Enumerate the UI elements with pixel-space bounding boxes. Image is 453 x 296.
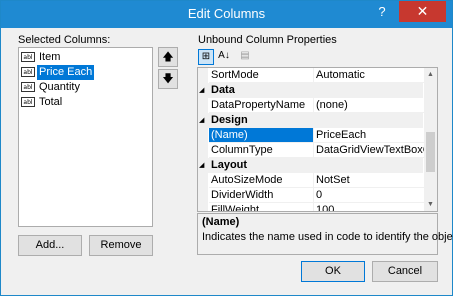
property-value[interactable]: (none) xyxy=(313,98,426,113)
row-gutter xyxy=(198,128,208,143)
property-row[interactable]: AutoSizeMode NotSet xyxy=(198,173,426,188)
property-row[interactable]: DividerWidth 0 xyxy=(198,188,426,203)
property-value[interactable]: DataGridViewTextBoxColum xyxy=(313,143,426,158)
category-name: Layout xyxy=(211,159,248,171)
property-name: SortMode xyxy=(209,68,314,83)
description-panel: (Name) Indicates the name used in code t… xyxy=(197,213,453,255)
property-grid[interactable]: SortMode Automatic ◢ Data DataPropertyNa… xyxy=(197,67,438,212)
property-name: AutoSizeMode xyxy=(209,173,314,188)
property-row[interactable]: DataPropertyName (none) xyxy=(198,98,426,113)
collapse-icon[interactable]: ◢ xyxy=(199,162,206,169)
arrow-down-icon: 🡇 xyxy=(162,73,174,85)
category-row[interactable]: ◢ Design xyxy=(198,113,423,128)
alphabetical-button[interactable]: A↓ xyxy=(216,49,232,65)
property-row[interactable]: FillWeight 100 xyxy=(198,203,426,211)
scroll-up-icon[interactable]: ▲ xyxy=(424,68,437,81)
property-row[interactable]: ColumnType DataGridViewTextBoxColum xyxy=(198,143,426,158)
textbox-column-icon: abl xyxy=(21,82,35,92)
move-down-button[interactable]: 🡇 xyxy=(158,69,178,89)
category-row[interactable]: ◢ Data xyxy=(198,83,423,98)
property-row[interactable]: SortMode Automatic xyxy=(198,68,426,83)
row-gutter xyxy=(198,98,208,113)
scroll-down-icon[interactable]: ▼ xyxy=(424,198,437,211)
properties-label: Unbound Column Properties xyxy=(198,34,337,46)
property-value[interactable]: Automatic xyxy=(313,68,426,83)
property-pages-icon: ▤ xyxy=(240,50,250,61)
description-text: Indicates the name used in code to ident… xyxy=(202,231,453,243)
cancel-button[interactable]: Cancel xyxy=(372,261,438,282)
selected-columns-label: Selected Columns: xyxy=(18,34,111,46)
category-name: Design xyxy=(211,114,248,126)
property-value[interactable]: PriceEach xyxy=(313,128,426,143)
textbox-column-icon: abl xyxy=(21,97,35,107)
list-item-label: Total xyxy=(39,96,63,108)
property-pages-button[interactable]: ▤ xyxy=(237,49,253,65)
row-gutter xyxy=(198,68,208,83)
sort-alphabetical-icon: A↓ xyxy=(218,50,230,61)
row-gutter xyxy=(198,143,208,158)
description-title: (Name) xyxy=(202,216,240,228)
textbox-column-icon: abl xyxy=(21,67,35,77)
property-value[interactable]: NotSet xyxy=(313,173,426,188)
textbox-column-icon: abl xyxy=(21,52,35,62)
category-row[interactable]: ◢ Layout xyxy=(198,158,423,173)
ok-button[interactable]: OK xyxy=(301,261,365,282)
property-name: DividerWidth xyxy=(209,188,314,203)
property-name: ColumnType xyxy=(209,143,314,158)
collapse-icon[interactable]: ◢ xyxy=(199,87,206,94)
property-row[interactable]: (Name) PriceEach xyxy=(198,128,426,143)
title-bar: Edit Columns ? ✕ xyxy=(1,1,452,28)
close-button[interactable]: ✕ xyxy=(399,1,446,22)
list-item-label: Price Each xyxy=(37,65,95,80)
collapse-icon[interactable]: ◢ xyxy=(199,117,206,124)
row-gutter xyxy=(198,173,208,188)
help-button[interactable]: ? xyxy=(369,2,395,22)
property-name: (Name) xyxy=(209,128,314,143)
property-value[interactable]: 100 xyxy=(313,203,426,211)
property-value[interactable]: 0 xyxy=(313,188,426,203)
row-gutter xyxy=(198,203,208,211)
arrow-up-icon: 🡅 xyxy=(162,51,174,63)
categorized-icon: ⊞ xyxy=(201,51,211,62)
row-gutter xyxy=(198,188,208,203)
list-item-label: Item xyxy=(39,51,61,63)
categorized-button[interactable]: ⊞ xyxy=(198,49,214,65)
scroll-thumb[interactable] xyxy=(426,132,435,172)
vertical-scrollbar[interactable]: ▲ ▼ xyxy=(424,68,437,211)
remove-button[interactable]: Remove xyxy=(89,235,153,256)
selected-columns-list[interactable]: abl Item abl Price Each abl Quantity abl… xyxy=(18,47,153,227)
property-name: FillWeight xyxy=(209,203,314,211)
edit-columns-dialog: Edit Columns ? ✕ Selected Columns: abl I… xyxy=(0,0,453,296)
add-button[interactable]: Add... xyxy=(18,235,82,256)
list-item-label: Quantity xyxy=(39,81,80,93)
category-name: Data xyxy=(211,84,235,96)
move-up-button[interactable]: 🡅 xyxy=(158,47,178,67)
property-name: DataPropertyName xyxy=(209,98,314,113)
